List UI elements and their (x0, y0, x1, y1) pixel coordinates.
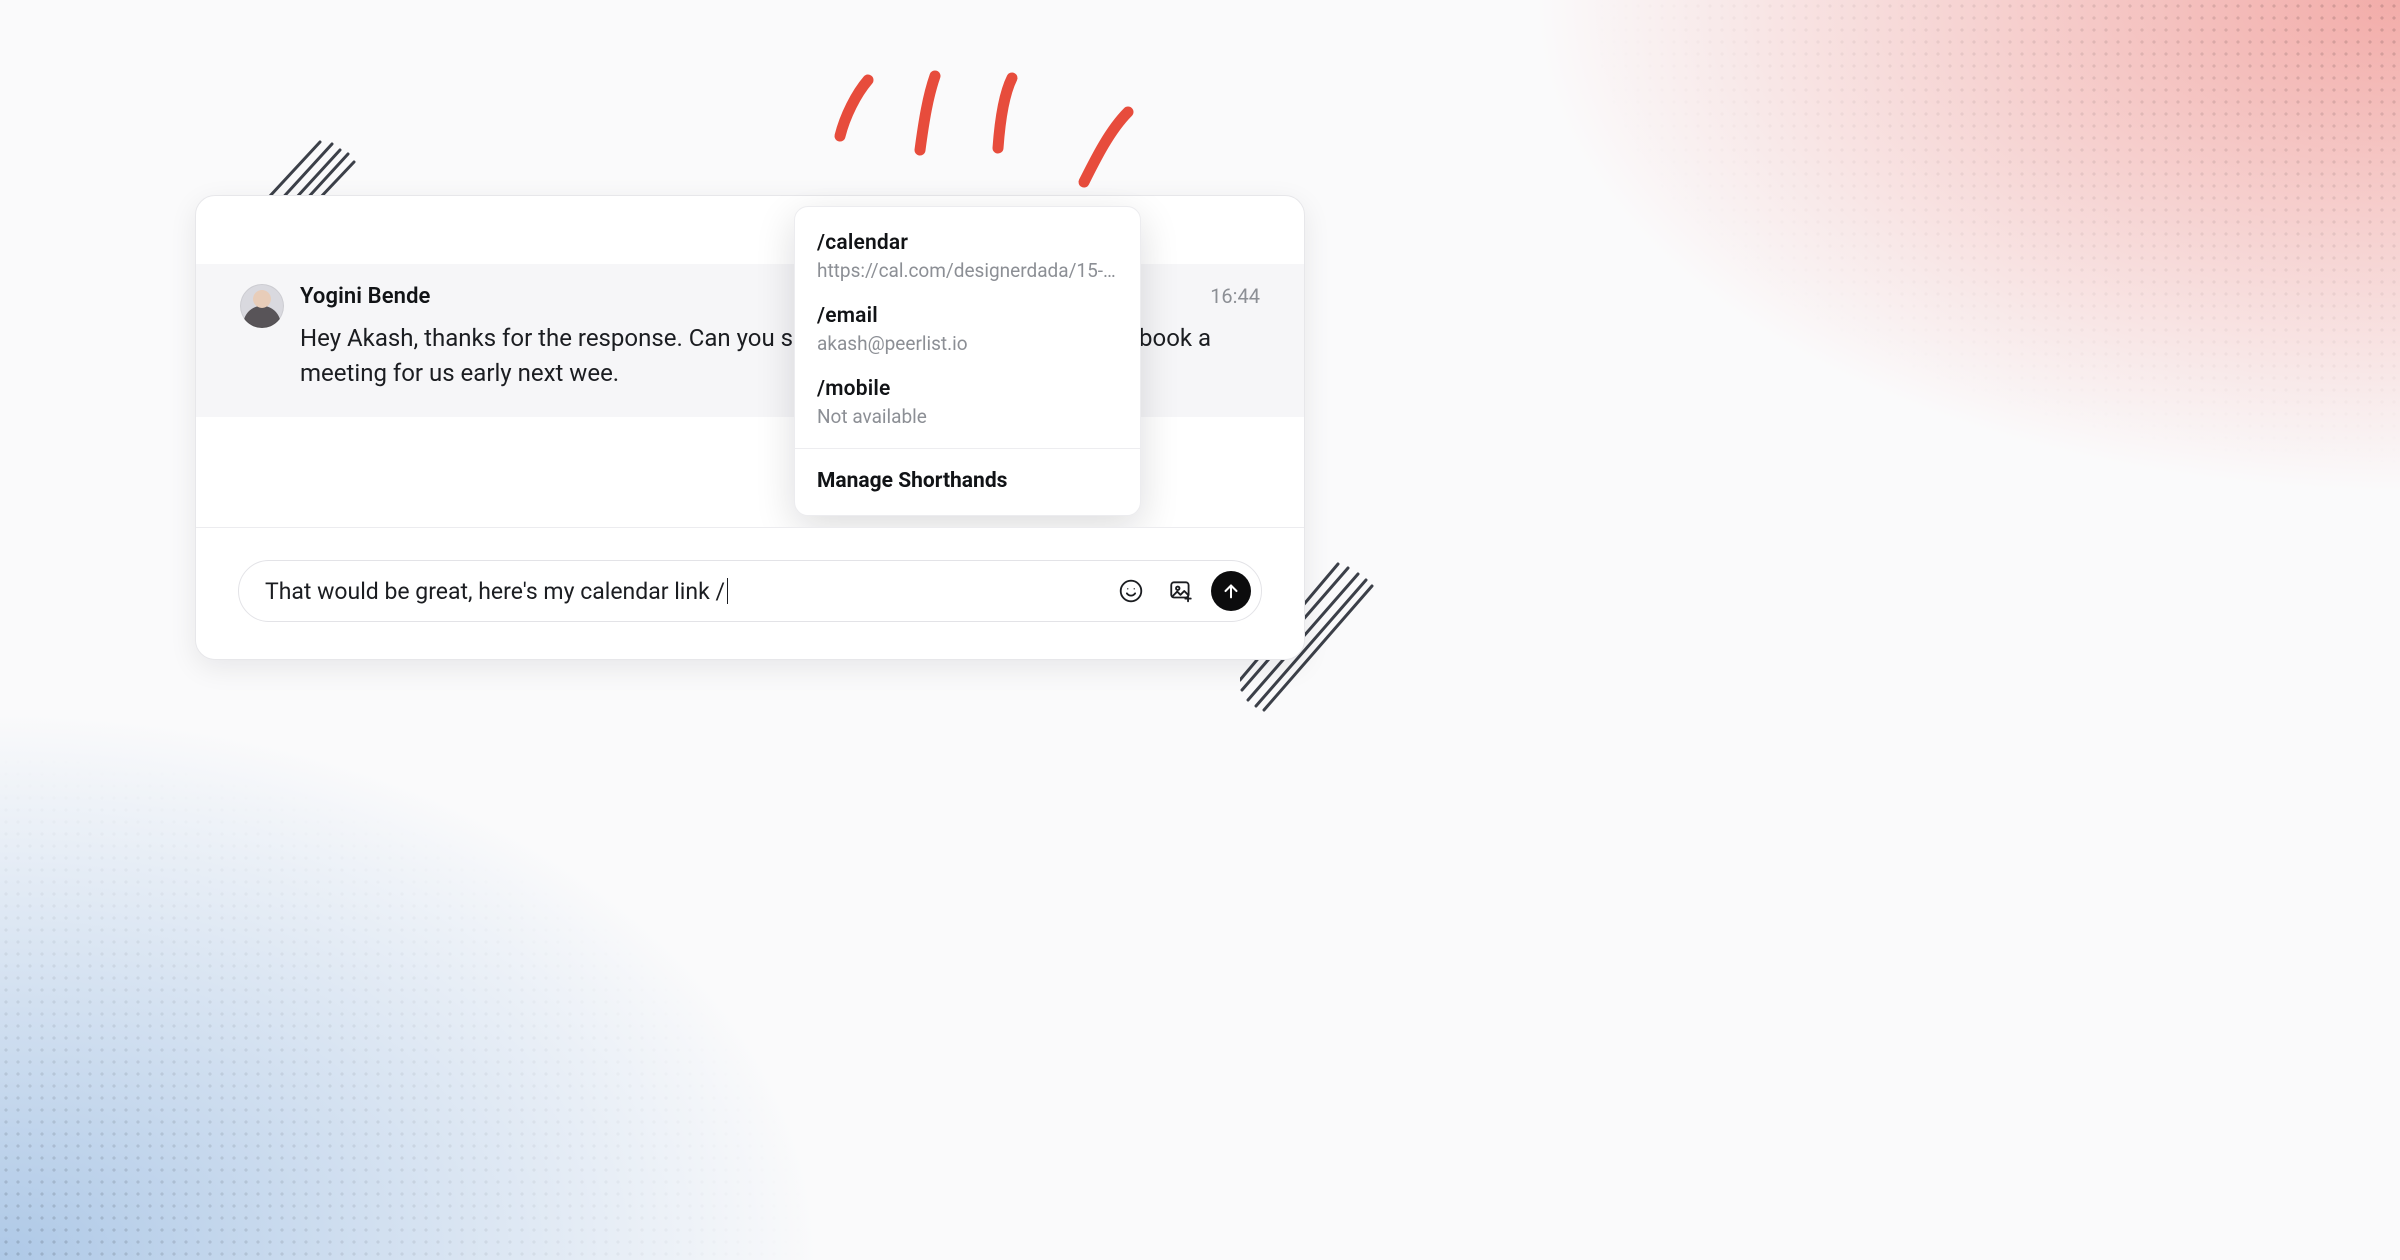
chat-card: Yogini Bende 16:44 Hey Akash, thanks for… (195, 195, 1305, 660)
composer-area: That would be great, here's my calendar … (196, 527, 1304, 659)
sender-name: Yogini Bende (300, 284, 431, 309)
composer-input[interactable]: That would be great, here's my calendar … (265, 578, 1101, 605)
shorthand-value: akash@peerlist.io (817, 332, 1118, 355)
emoji-button[interactable] (1111, 571, 1151, 611)
avatar (240, 284, 284, 328)
composer-text: That would be great, here's my calendar … (265, 578, 725, 605)
shorthand-item-mobile[interactable]: /mobile Not available (795, 369, 1140, 442)
smiley-icon (1118, 578, 1144, 604)
composer: That would be great, here's my calendar … (238, 560, 1262, 622)
shorthand-command: /calendar (817, 231, 1118, 255)
attach-image-button[interactable] (1161, 571, 1201, 611)
shorthand-value: https://cal.com/designerdada/15-… (817, 259, 1118, 282)
image-plus-icon (1168, 578, 1194, 604)
shorthand-popover: /calendar https://cal.com/designerdada/1… (794, 206, 1141, 516)
shorthand-item-calendar[interactable]: /calendar https://cal.com/designerdada/1… (795, 223, 1140, 296)
manage-shorthands-button[interactable]: Manage Shorthands (795, 449, 1140, 515)
shorthand-command: /email (817, 304, 1118, 328)
shorthand-item-email[interactable]: /email akash@peerlist.io (795, 296, 1140, 369)
send-button[interactable] (1211, 571, 1251, 611)
arrow-up-icon (1220, 580, 1242, 602)
shorthand-command: /mobile (817, 377, 1118, 401)
message-time: 16:44 (1210, 284, 1260, 308)
text-caret (727, 578, 728, 604)
shorthand-value: Not available (817, 405, 1118, 428)
